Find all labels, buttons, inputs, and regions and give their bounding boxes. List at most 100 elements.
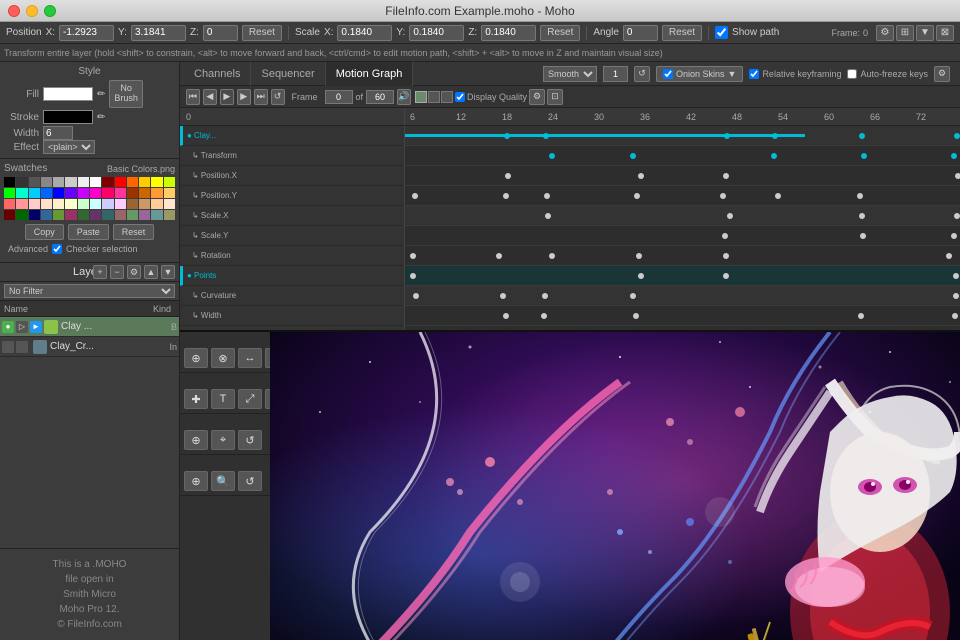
scale-x-input[interactable] bbox=[337, 25, 392, 41]
keyframe-dot[interactable] bbox=[723, 273, 729, 279]
layer-lock-button[interactable]: ▷ bbox=[16, 321, 28, 333]
reset-button-3[interactable]: Reset bbox=[662, 25, 702, 41]
scale-y-input[interactable] bbox=[409, 25, 464, 41]
color-swatch[interactable] bbox=[65, 188, 76, 198]
color-swatch[interactable] bbox=[16, 199, 27, 209]
color-swatch[interactable] bbox=[29, 177, 40, 187]
keyframe-dot[interactable] bbox=[630, 153, 636, 159]
keyframe-dot[interactable] bbox=[727, 213, 733, 219]
color-swatch[interactable] bbox=[90, 177, 101, 187]
bone-tool-1[interactable]: ⊕ bbox=[184, 348, 208, 368]
color-swatch[interactable] bbox=[151, 188, 162, 198]
keyframe-dot[interactable] bbox=[544, 193, 550, 199]
keyframe-dot[interactable] bbox=[503, 193, 509, 199]
tab-channels[interactable]: Channels bbox=[184, 62, 251, 86]
angle-input[interactable] bbox=[623, 25, 658, 41]
color-swatch[interactable] bbox=[16, 188, 27, 198]
color-swatch[interactable] bbox=[102, 188, 113, 198]
onion-skins-button[interactable]: Onion Skins ▼ bbox=[656, 66, 743, 82]
show-path-checkbox[interactable] bbox=[715, 26, 728, 39]
color-swatch[interactable] bbox=[78, 188, 89, 198]
scale-z-input[interactable] bbox=[481, 25, 536, 41]
audio-button[interactable]: 🔊 bbox=[397, 89, 411, 105]
layer-tool-3[interactable]: ⤢ bbox=[238, 389, 262, 409]
workspace-tool-3[interactable]: ↺ bbox=[238, 471, 262, 491]
keyframe-dot[interactable] bbox=[955, 173, 960, 179]
keyframe-dot[interactable] bbox=[775, 193, 781, 199]
keyframe-dot[interactable] bbox=[638, 173, 644, 179]
quality-btn-2[interactable] bbox=[428, 91, 440, 103]
keyframe-dot[interactable] bbox=[413, 293, 419, 299]
keyframe-dot[interactable] bbox=[953, 293, 959, 299]
keyframe-dot[interactable] bbox=[951, 153, 957, 159]
layer-filter-select[interactable]: No Filter bbox=[4, 284, 175, 298]
bone-tool-3[interactable]: ↔ bbox=[238, 348, 262, 368]
layer-row[interactable]: ○ Clay_Cr... In bbox=[0, 337, 179, 357]
keyframe-dot[interactable] bbox=[771, 153, 777, 159]
keyframe-dot[interactable] bbox=[946, 253, 952, 259]
color-swatch[interactable] bbox=[127, 199, 138, 209]
color-swatch[interactable] bbox=[115, 199, 126, 209]
toolbar-icon-2[interactable]: ⊞ bbox=[896, 25, 914, 41]
keyframe-dot[interactable] bbox=[858, 313, 864, 319]
layer-tool-1[interactable]: ✚ bbox=[184, 389, 208, 409]
reset-button-1[interactable]: Reset bbox=[242, 25, 282, 41]
color-swatch[interactable] bbox=[29, 210, 40, 220]
smooth-value-input[interactable] bbox=[603, 66, 628, 82]
go-end-button[interactable]: ⏭ bbox=[254, 89, 268, 105]
keyframe-dot[interactable] bbox=[549, 253, 555, 259]
effect-select[interactable]: <plain> bbox=[43, 140, 95, 154]
keyframe-dot[interactable] bbox=[549, 153, 555, 159]
color-swatch[interactable] bbox=[65, 177, 76, 187]
keyframe-dot[interactable] bbox=[723, 173, 729, 179]
color-swatch[interactable] bbox=[90, 199, 101, 209]
no-brush-button[interactable]: NoBrush bbox=[109, 80, 143, 108]
close-button[interactable] bbox=[8, 5, 20, 17]
layer-tool-2[interactable]: T bbox=[211, 389, 235, 409]
color-swatch[interactable] bbox=[65, 199, 76, 209]
keyframe-dot[interactable] bbox=[952, 313, 958, 319]
color-swatch[interactable] bbox=[78, 199, 89, 209]
color-swatch[interactable] bbox=[29, 188, 40, 198]
color-swatch[interactable] bbox=[102, 199, 113, 209]
toolbar-icon-4[interactable]: ⊠ bbox=[936, 25, 954, 41]
x-input[interactable] bbox=[59, 25, 114, 41]
refresh-icon[interactable]: ↺ bbox=[634, 66, 650, 82]
color-swatch[interactable] bbox=[151, 210, 162, 220]
layer-down-button[interactable]: ▼ bbox=[161, 265, 175, 279]
smooth-select[interactable]: Smooth bbox=[543, 66, 597, 82]
color-swatch[interactable] bbox=[115, 210, 126, 220]
keyframe-dot[interactable] bbox=[410, 253, 416, 259]
fill-brush-icon[interactable]: ✏ bbox=[97, 89, 105, 100]
reset-button-2[interactable]: Reset bbox=[540, 25, 580, 41]
color-swatch[interactable] bbox=[78, 177, 89, 187]
copy-button[interactable]: Copy bbox=[25, 224, 64, 240]
play-button[interactable]: ▶ bbox=[220, 89, 234, 105]
y-input[interactable] bbox=[131, 25, 186, 41]
camera-tool-2[interactable]: ⌖ bbox=[211, 430, 235, 450]
keyframe-dot[interactable] bbox=[503, 313, 509, 319]
tab-motion-graph[interactable]: Motion Graph bbox=[326, 62, 414, 86]
auto-freeze-checkbox[interactable] bbox=[847, 69, 857, 79]
color-swatch[interactable] bbox=[151, 177, 162, 187]
color-swatch[interactable] bbox=[139, 177, 150, 187]
color-swatch[interactable] bbox=[41, 188, 52, 198]
checker-checkbox[interactable] bbox=[52, 244, 62, 254]
bone-tool-2[interactable]: ⊗ bbox=[211, 348, 235, 368]
color-swatch[interactable] bbox=[90, 210, 101, 220]
keyframe-dot[interactable] bbox=[859, 213, 865, 219]
color-swatch[interactable] bbox=[4, 177, 15, 187]
keyframe-dot[interactable] bbox=[723, 253, 729, 259]
color-swatch[interactable] bbox=[41, 199, 52, 209]
color-swatch[interactable] bbox=[164, 188, 175, 198]
keyframe-dot[interactable] bbox=[861, 153, 867, 159]
color-swatch[interactable] bbox=[41, 210, 52, 220]
keyframe-dot[interactable] bbox=[496, 253, 502, 259]
fill-color-box[interactable] bbox=[43, 87, 93, 101]
color-swatch[interactable] bbox=[115, 177, 126, 187]
keyframe-dot[interactable] bbox=[634, 193, 640, 199]
layer-options-button[interactable]: ⚙ bbox=[127, 265, 141, 279]
color-swatch[interactable] bbox=[90, 188, 101, 198]
layer-visibility-toggle[interactable]: ● bbox=[2, 321, 14, 333]
reset-color-button[interactable]: Reset bbox=[113, 224, 155, 240]
